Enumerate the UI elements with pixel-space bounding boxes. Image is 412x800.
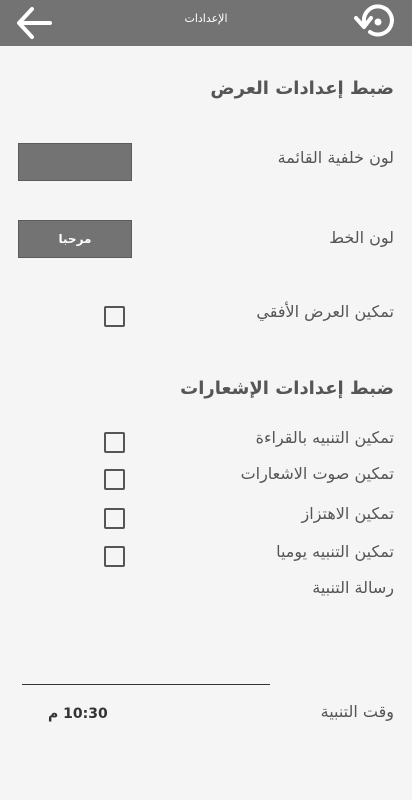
restore-icon[interactable] [350,0,400,44]
alert-time-value[interactable]: 10:30 م [48,706,108,722]
font-color-swatch[interactable]: مرحبا [18,220,132,258]
list-bg-color-swatch[interactable] [18,143,132,181]
font-color-sample: مرحبا [58,232,92,246]
top-app-bar: الإعدادات [0,0,412,46]
landscape-checkbox[interactable] [104,306,125,327]
vibrate-checkbox[interactable] [104,508,125,529]
vibrate-label: تمكين الاهتزاز [301,504,394,523]
alert-message-label: رسالة التنبية [312,578,394,597]
notification-settings-title: ضبط إعدادات الإشعارات [180,378,394,399]
list-bg-color-label: لون خلفية القائمة [277,148,394,167]
read-alert-label: تمكين التنبيه بالقراءة [255,428,394,447]
daily-alert-label: تمكين التنبيه يوميا [276,542,394,561]
alert-time-label: وقت التنبية [320,702,394,721]
landscape-label: تمكين العرض الأفقي [256,302,394,321]
notification-sound-label: تمكين صوت الاشعارات [240,464,394,483]
display-settings-title: ضبط إعدادات العرض [210,78,394,99]
daily-alert-checkbox[interactable] [104,546,125,567]
font-color-label: لون الخط [329,228,394,247]
notification-sound-checkbox[interactable] [104,469,125,490]
alert-message-input[interactable] [22,684,270,685]
read-alert-checkbox[interactable] [104,432,125,453]
